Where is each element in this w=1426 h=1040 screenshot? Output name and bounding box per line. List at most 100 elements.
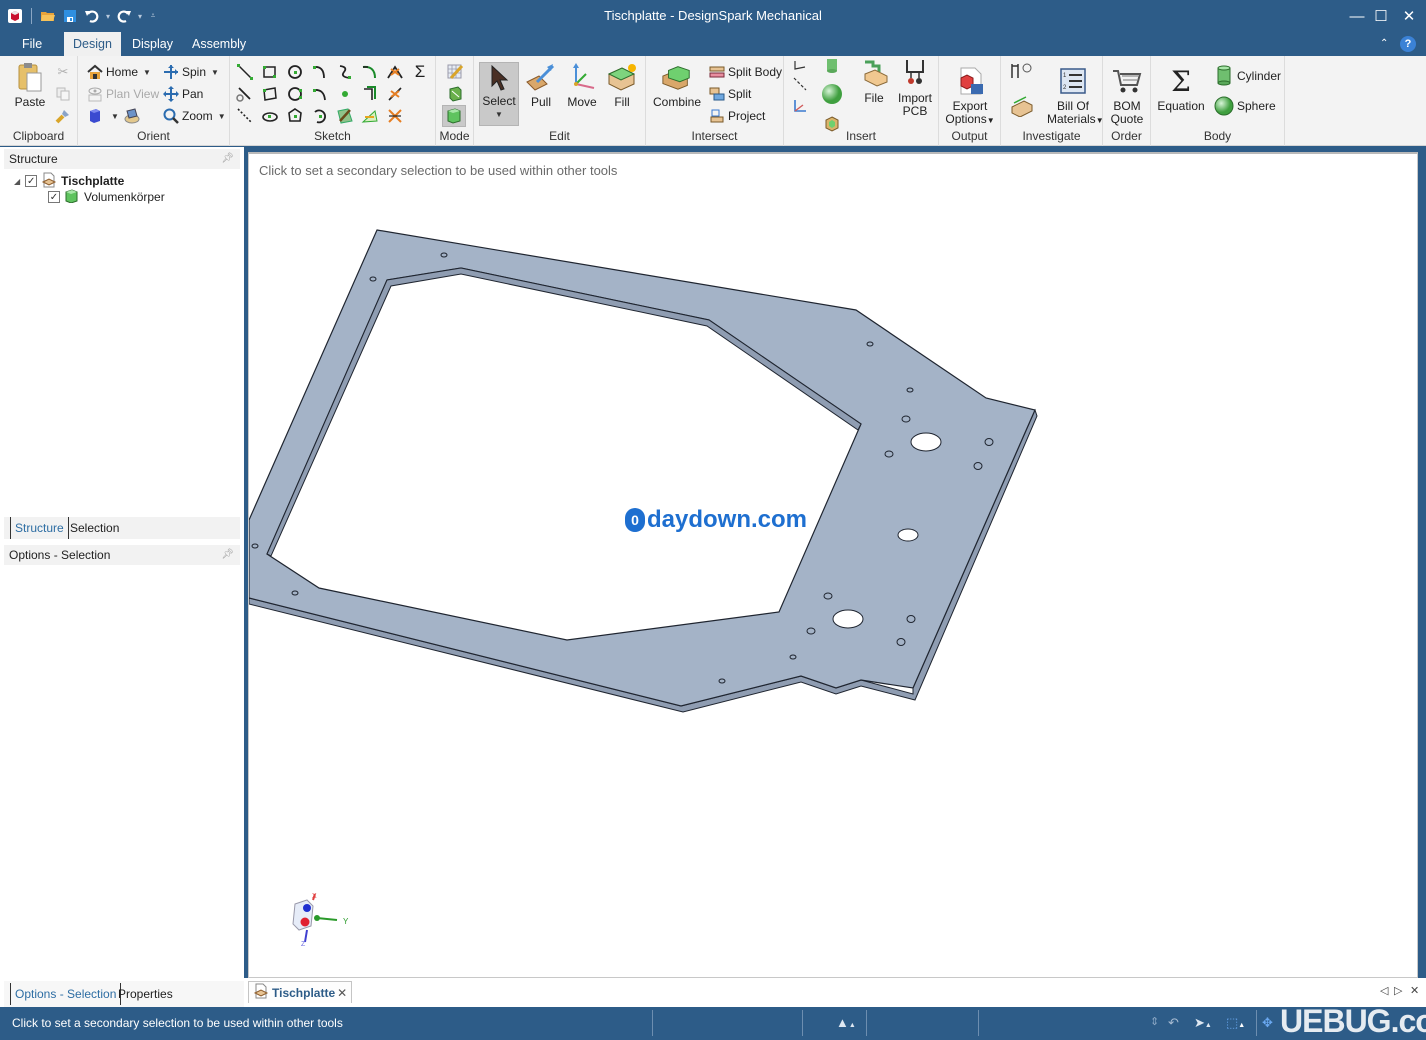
rectangle-tool-icon[interactable] — [260, 62, 280, 82]
equation-button[interactable]: Σ Equation — [1155, 64, 1207, 113]
small-hole[interactable] — [440, 252, 448, 258]
project-to-sketch-icon[interactable] — [360, 106, 380, 126]
large-hole[interactable] — [897, 528, 919, 542]
view-dropdown-icon[interactable]: ▼ — [111, 112, 119, 121]
box-select-icon[interactable]: ⬚▲ — [1226, 1015, 1245, 1031]
polyline-tool-icon[interactable] — [235, 84, 255, 104]
axis-icon[interactable] — [790, 74, 810, 94]
small-hole[interactable] — [823, 592, 833, 600]
plane-icon[interactable] — [790, 56, 810, 76]
point-tool-icon[interactable] — [335, 84, 355, 104]
small-hole[interactable] — [291, 590, 299, 596]
tree-item-tischplatte[interactable]: ◢ ✓ Tischplatte — [14, 172, 124, 189]
pull-button[interactable]: Pull — [524, 60, 558, 109]
polygon-tool-icon[interactable] — [285, 106, 305, 126]
small-hole[interactable] — [901, 415, 911, 423]
home-button[interactable]: Home ▼ — [86, 62, 151, 82]
cut-icon[interactable]: ✂ — [53, 62, 73, 82]
three-point-rect-icon[interactable] — [260, 84, 280, 104]
tab-options-selection[interactable]: Options - Selection — [10, 983, 122, 1005]
tab-selection[interactable]: Selection — [66, 517, 123, 539]
bill-of-materials-button[interactable]: 12 Bill Of Materials▼ — [1047, 64, 1104, 127]
tab-file[interactable]: File — [12, 32, 52, 56]
undo-select-icon[interactable]: ↶ — [1168, 1015, 1179, 1031]
small-hole[interactable] — [806, 627, 816, 635]
extend-tool-icon[interactable] — [385, 84, 405, 104]
offset-curve-icon[interactable] — [360, 84, 380, 104]
zoom-dropdown-icon[interactable]: ▼ — [218, 112, 226, 121]
origin-icon[interactable] — [790, 96, 810, 116]
tab-design[interactable]: Design — [64, 32, 121, 56]
maximize-button[interactable]: ☐ — [1368, 5, 1394, 27]
doc-prev-icon[interactable]: ◁ — [1380, 984, 1388, 997]
sketch-mode-pencil-icon[interactable] — [335, 106, 355, 126]
ellipse-tool-icon[interactable] — [260, 106, 280, 126]
select-button[interactable]: Select ▼ — [479, 62, 519, 126]
select-mode-icon[interactable]: ➤▲ — [1194, 1015, 1212, 1031]
format-painter-icon[interactable] — [53, 106, 73, 126]
line-tool-icon[interactable] — [235, 62, 255, 82]
sigma-tool-icon[interactable]: Σ — [410, 62, 430, 82]
large-hole[interactable] — [832, 609, 864, 629]
export-options-button[interactable]: Export Options▼ — [943, 64, 997, 127]
scroll-updown-icon[interactable]: ⇕ — [1150, 1015, 1159, 1028]
tree-checkbox[interactable]: ✓ — [25, 175, 38, 187]
3d-viewport[interactable]: Click to set a secondary selection to be… — [248, 152, 1418, 978]
doc-close-all-icon[interactable]: ✕ — [1410, 984, 1419, 997]
small-hole[interactable] — [718, 678, 726, 684]
plate-top-face[interactable] — [249, 229, 1036, 707]
tab-assembly[interactable]: Assembly — [182, 32, 256, 56]
view-triad[interactable]: X Y Z — [285, 890, 355, 950]
doc-tab-close-icon[interactable]: ✕ — [337, 986, 347, 1000]
sphere-insert-icon[interactable] — [820, 82, 844, 106]
small-hole[interactable] — [251, 543, 259, 549]
section-view-icon[interactable] — [122, 106, 142, 126]
tab-display[interactable]: Display — [122, 32, 183, 56]
tree-checkbox[interactable]: ✓ — [48, 191, 60, 203]
export-dropdown-icon[interactable]: ▼ — [987, 116, 995, 125]
small-hole[interactable] — [866, 341, 874, 347]
fill-button[interactable]: Fill — [606, 60, 638, 109]
small-hole[interactable] — [369, 276, 377, 282]
insert-file-button[interactable]: File — [856, 56, 892, 105]
small-hole[interactable] — [884, 450, 894, 458]
split-button[interactable]: Split — [708, 84, 751, 104]
model-canvas[interactable] — [249, 154, 1417, 976]
small-hole[interactable] — [973, 462, 983, 470]
small-hole[interactable] — [896, 638, 906, 646]
small-hole[interactable] — [789, 654, 797, 660]
pan-button[interactable]: Pan — [162, 84, 203, 104]
tab-structure[interactable]: Structure — [10, 517, 69, 539]
large-hole[interactable] — [910, 432, 942, 452]
home-dropdown-icon[interactable]: ▼ — [143, 68, 151, 77]
split-body-button[interactable]: Split Body — [708, 62, 782, 82]
section-mode-icon[interactable] — [445, 84, 465, 104]
spline-tool-icon[interactable] — [335, 62, 355, 82]
small-hole[interactable] — [984, 438, 994, 446]
three-point-circle-icon[interactable] — [285, 84, 305, 104]
zoom-button[interactable]: Zoom ▼ — [162, 106, 226, 126]
spin-status-icon[interactable]: ✥ — [1262, 1015, 1273, 1031]
pin-icon[interactable]: 📌︎ — [221, 545, 234, 565]
close-button[interactable]: ✕ — [1396, 5, 1422, 27]
spin-dropdown-icon[interactable]: ▼ — [211, 68, 219, 77]
small-hole[interactable] — [906, 387, 914, 393]
sweep-arc-icon[interactable] — [310, 84, 330, 104]
minimize-button[interactable]: — — [1344, 5, 1370, 27]
bom-quote-button[interactable]: BOM Quote — [1107, 64, 1147, 126]
sketch-mode-icon[interactable] — [445, 62, 465, 82]
sphere-button[interactable]: Sphere — [1213, 96, 1276, 116]
paste-button[interactable]: Paste — [10, 60, 50, 109]
3d-mode-icon[interactable] — [442, 105, 466, 127]
help-icon[interactable]: ? — [1400, 36, 1416, 52]
import-pcb-button[interactable]: Import PCB — [896, 56, 934, 118]
circle-tool-icon[interactable] — [285, 62, 305, 82]
trim-tool-icon[interactable] — [385, 62, 405, 82]
pin-icon[interactable]: 📌︎ — [221, 149, 234, 169]
tree-item-volumenkoerper[interactable]: ✓ Volumenkörper — [48, 188, 165, 205]
select-dropdown-icon[interactable]: ▼ — [480, 108, 518, 121]
triangle-filter-icon[interactable]: ▲▲ — [836, 1015, 856, 1030]
construction-line-icon[interactable] — [235, 106, 255, 126]
combine-button[interactable]: Combine — [652, 60, 702, 109]
plan-view-button[interactable]: Plan View — [86, 84, 159, 104]
